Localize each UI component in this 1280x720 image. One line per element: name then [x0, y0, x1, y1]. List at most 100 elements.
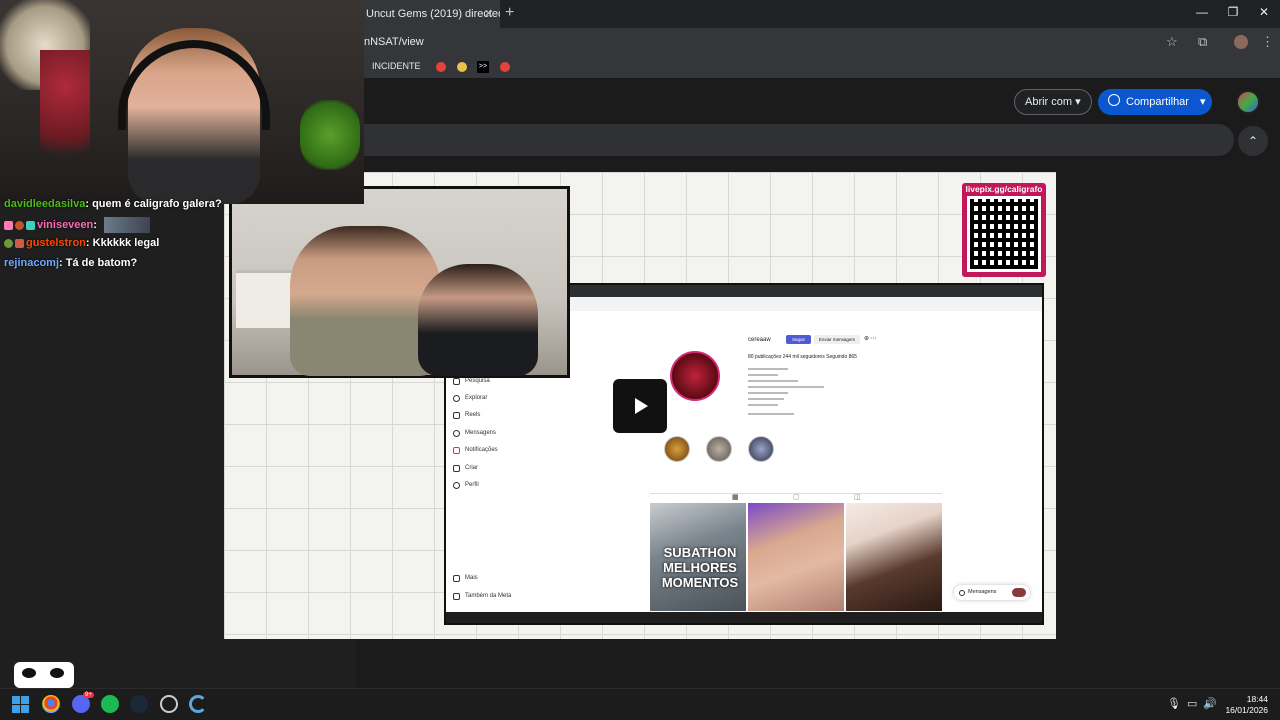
heart-icon	[453, 447, 460, 454]
network-icon[interactable]: ▭	[1187, 697, 1197, 710]
collapse-button[interactable]: ⌃	[1238, 126, 1268, 156]
microphone-icon[interactable]: 🎙	[1167, 697, 1181, 710]
webcam-plant	[40, 50, 90, 170]
ig-nav-item: Reels	[465, 412, 481, 418]
badge-icon	[4, 220, 13, 230]
tagged-icon: ◫	[854, 494, 861, 501]
bookmark-star-icon[interactable]: ☆	[1166, 34, 1178, 50]
ig-nav-item: Também da Meta	[465, 593, 512, 599]
ig-follow-button: Seguir	[786, 335, 811, 344]
close-window-button[interactable]: ✕	[1254, 5, 1274, 19]
ig-highlight	[706, 436, 732, 462]
account-avatar[interactable]	[1236, 90, 1260, 114]
chat-username: rejinacomj	[4, 257, 60, 269]
maximize-button[interactable]: ❐	[1223, 5, 1243, 19]
ig-bio-line	[748, 413, 794, 415]
new-tab-button[interactable]: +	[505, 4, 514, 22]
app-icon[interactable]	[189, 695, 207, 713]
ig-nav-item: Notificações	[465, 447, 498, 453]
reels-icon	[453, 412, 460, 419]
share-label: Compartilhar	[1126, 96, 1189, 108]
stream-logo-eye	[22, 668, 36, 678]
ig-bio-line	[748, 368, 788, 370]
messenger-icon	[453, 430, 460, 437]
menu-icon	[453, 575, 460, 582]
ig-nav-item: Explorar	[465, 395, 488, 401]
chat-username: gustelstron	[26, 237, 86, 249]
chevron-down-icon: ▾	[1200, 96, 1206, 108]
create-icon	[453, 465, 460, 472]
bookmark-icon[interactable]	[457, 62, 467, 72]
ig-highlight	[748, 436, 774, 462]
spotify-icon[interactable]	[101, 695, 119, 713]
ig-bio-line	[748, 398, 784, 400]
drive-info-bar	[356, 124, 1234, 156]
obs-icon[interactable]	[160, 695, 178, 713]
windows-start-icon[interactable]	[12, 696, 29, 713]
qr-url: livepix.gg/caligrafo	[965, 184, 1043, 194]
clock-date[interactable]: 16/01/2026	[1222, 705, 1268, 715]
steam-icon[interactable]	[130, 695, 148, 713]
play-icon	[635, 398, 648, 414]
minimize-button[interactable]: —	[1192, 5, 1212, 19]
open-with-label: Abrir com	[1025, 96, 1073, 108]
chat-message: gustelstron: Kkkkkk legal	[4, 237, 159, 249]
bookmark-more-icon[interactable]: >>	[477, 61, 489, 73]
bookmark-icon[interactable]	[500, 62, 510, 72]
ig-bio-line	[748, 374, 778, 376]
badge-icon	[26, 220, 35, 230]
stream-logo-eye	[50, 668, 64, 678]
messenger-icon	[959, 590, 965, 596]
volume-icon[interactable]: 🔊	[1203, 697, 1217, 710]
chrome-icon[interactable]	[42, 695, 60, 713]
shared-screen-taskbar	[446, 612, 1042, 623]
ig-post-caption: SUBATHON MELHORES MOMENTOS	[661, 545, 739, 590]
compass-icon	[453, 395, 460, 402]
ig-add-user-icon: ⊕ ⋯	[864, 336, 877, 342]
browser-tab[interactable]: Uncut Gems (2019) directed by	[356, 0, 500, 28]
ig-bio-line	[748, 404, 778, 406]
bookmark-incidente[interactable]: INCIDENTE	[372, 61, 421, 71]
reels-icon: ▢	[793, 494, 800, 501]
ig-nav-item: Criar	[465, 465, 478, 471]
tab-close-icon[interactable]: ✕	[484, 7, 493, 20]
ig-post	[846, 503, 942, 611]
chat-message: rejinacomj: Tá de batom?	[4, 257, 138, 269]
ig-messages-label: Mensagens	[968, 589, 997, 595]
extensions-icon[interactable]: ⧉	[1198, 34, 1207, 50]
bookmarks-bar	[356, 56, 1280, 78]
chat-message: davidleedasilva: quem é caligrafo galera…	[4, 198, 222, 210]
address-bar[interactable]	[356, 28, 1280, 56]
ig-highlight	[664, 436, 690, 462]
ig-nav-item: Perfil	[465, 482, 479, 488]
ig-username: cereaaw	[748, 337, 771, 343]
ig-avatars	[1012, 588, 1026, 597]
meta-icon	[453, 593, 460, 600]
clock-time[interactable]: 18:44	[1240, 694, 1268, 704]
ig-bio-line	[748, 392, 788, 394]
grid-icon: ▦	[732, 494, 739, 501]
ig-bio-line	[748, 380, 798, 382]
ig-nav-item: Mensagens	[465, 430, 497, 436]
ig-bio-line	[748, 386, 824, 388]
ig-nav-item: Pesquisa	[465, 378, 490, 384]
badge-icon	[15, 220, 24, 230]
webcam-frog-plush	[300, 100, 360, 170]
ig-stats: 80 publicações 244 mil seguidores Seguin…	[748, 354, 857, 360]
chat-emote	[104, 217, 150, 233]
chat-text: Tá de batom?	[65, 257, 138, 269]
qr-code	[967, 196, 1041, 272]
tab-title: Uncut Gems (2019) directed by	[366, 8, 500, 20]
profile-icon	[453, 482, 460, 489]
profile-avatar[interactable]	[1234, 35, 1248, 49]
search-icon	[453, 378, 460, 385]
chat-text: quem é caligrafo galera?	[92, 198, 222, 210]
chevron-down-icon: ▾	[1075, 96, 1081, 108]
url-text[interactable]: nNSAT/view	[364, 36, 424, 48]
chat-username: davidleedasilva	[4, 198, 86, 210]
bookmark-icon[interactable]	[436, 62, 446, 72]
chat-username: viniseveen	[37, 218, 94, 231]
badge-icon	[4, 238, 13, 248]
open-with-button[interactable]: Abrir com ▾	[1014, 89, 1092, 115]
menu-icon[interactable]: ⋮	[1261, 34, 1274, 50]
